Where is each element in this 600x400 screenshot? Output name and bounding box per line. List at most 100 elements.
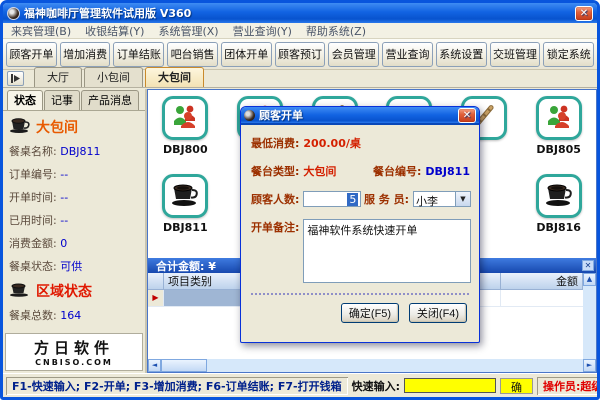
coffee-cup-icon [9, 117, 31, 137]
room-label: DBJ811 [163, 221, 208, 234]
guest-count-label: 顾客人数: [251, 193, 300, 206]
toolbar-bar-sale[interactable]: 吧台销售 [167, 41, 218, 67]
min-consumption-value: 200.00/桌 [303, 137, 361, 150]
zone-section-title: 区域状态 [36, 284, 92, 300]
sidebar: 状态 记事 产品消息 大包间 餐桌名称: DBJ811 订单编号: -- 开单时… [3, 89, 147, 373]
guest-count-value: 5 [347, 192, 359, 206]
dialog-close-icon[interactable]: ✕ [458, 107, 476, 123]
waiter-select[interactable]: 小李 ▼ [413, 191, 471, 208]
header-amount[interactable]: 金额 [501, 273, 583, 289]
vendor-logo-text: 方日软件 [33, 339, 114, 357]
remark-row: 开单备注: 福神软件系统快速开单 [251, 219, 471, 283]
min-consumption-label: 最低消费: [251, 137, 300, 150]
dialog-buttons: 确定(F5) 关闭(F4) [251, 303, 471, 323]
field-total-tables: 餐桌总数: 164 [9, 309, 82, 322]
toolbar-checkout[interactable]: 订单结账 [113, 41, 165, 67]
guest-count-input[interactable]: 5 [303, 191, 362, 207]
dialog-app-icon [244, 109, 255, 121]
scroll-up-icon[interactable]: ▲ [583, 273, 596, 286]
tab-large-room[interactable]: 大包间 [145, 67, 204, 87]
field-open-time: 开单时间: -- [9, 191, 69, 204]
remark-label: 开单备注: [251, 221, 300, 234]
toolbar-reservation[interactable]: 顾客预订 [274, 41, 326, 67]
menu-system-mgmt[interactable]: 系统管理(X) [158, 23, 218, 39]
menu-bar: 来宾管理(B) 收银结算(Y) 系统管理(X) 营业查询(Y) 帮助系统(Z) [3, 23, 597, 39]
room-label: DBJ805 [536, 143, 581, 156]
table-vertical-scrollbar[interactable]: ▲ [583, 273, 596, 359]
guests-waiter-row: 顾客人数: 5 服 务 员: 小李 ▼ [251, 191, 471, 208]
dialog-body: 最低消费: 200.00/桌 餐台类型: 大包间 餐台编号: DBJ811 顾客… [241, 125, 479, 342]
quick-ok-button[interactable]: 确定 [500, 377, 533, 394]
app-window: 福神咖啡厅管理软件试用版 V360 ✕ 来宾管理(B) 收银结算(Y) 系统管理… [0, 0, 600, 400]
dock-panel-icon[interactable] [7, 71, 24, 86]
menu-help[interactable]: 帮助系统(Z) [306, 23, 366, 39]
operator-badge: 操作员:超级用户 [537, 377, 597, 395]
field-consumption: 消费金额: 0 [9, 237, 68, 250]
sidebar-status-panel: 大包间 餐桌名称: DBJ811 订单编号: -- 开单时间: -- 已用时间:… [3, 111, 145, 331]
room-tile[interactable] [535, 174, 582, 218]
room-cell: DBJ811 [148, 174, 223, 252]
table-type-label: 餐台类型: [251, 165, 300, 178]
room-cell: DBJ816 [521, 174, 596, 252]
toolbar-system-settings[interactable]: 系统设置 [435, 41, 487, 67]
room-label: DBJ816 [536, 221, 581, 234]
horizontal-scrollbar[interactable]: ◄ ► [148, 359, 596, 372]
menu-business-query[interactable]: 营业查询(Y) [233, 23, 292, 39]
tab-small-room[interactable]: 小包间 [84, 67, 143, 87]
scroll-left-icon[interactable]: ◄ [148, 359, 161, 372]
room-tile[interactable] [162, 174, 209, 218]
waiter-label: 服 务 员: [363, 193, 409, 206]
field-in-use: 当前使用: 13 [9, 330, 141, 331]
field-table-status: 餐桌状态: 可供 [9, 260, 83, 273]
quick-input[interactable] [404, 378, 496, 393]
menu-cashier[interactable]: 收银结算(Y) [85, 23, 144, 39]
totals-label: 合计金额: ¥ [156, 259, 216, 273]
toolbar-member-mgmt[interactable]: 会员管理 [328, 41, 380, 67]
toolbar-open-order[interactable]: 顾客开单 [6, 41, 57, 67]
room-section-title: 大包间 [36, 120, 78, 136]
scroll-right-icon[interactable]: ► [583, 359, 596, 372]
toolbar-shift-mgmt[interactable]: 交班管理 [489, 41, 541, 67]
window-title: 福神咖啡厅管理软件试用版 V360 [24, 7, 192, 20]
coffee-icon [544, 181, 574, 211]
min-consumption-row: 最低消费: 200.00/桌 [251, 135, 471, 151]
status-bar: F1-快速输入; F2-开单; F3-增加消费; F6-订单结账; F7-打开钱… [3, 373, 597, 397]
toolbar-business-query[interactable]: 营业查询 [382, 41, 433, 67]
room-cell: DBJ800 [148, 96, 223, 174]
toolbar-add-consumption[interactable]: 增加消费 [59, 41, 111, 67]
table-no-value: DBJ811 [425, 164, 470, 178]
coffee-cup-icon [9, 282, 31, 301]
dock-arrow-icon [11, 74, 20, 83]
app-icon [7, 6, 20, 20]
field-used-time: 已用时间: -- [9, 214, 69, 227]
hotkey-hints: F1-快速输入; F2-开单; F3-增加消费; F6-订单结账; F7-打开钱… [6, 377, 348, 395]
menu-guest-mgmt[interactable]: 来宾管理(B) [11, 23, 71, 39]
area-tabstrip: 大厅 小包间 大包间 [3, 67, 597, 88]
vendor-logo-url: CNBISO.COM [35, 358, 113, 367]
room-tile[interactable] [162, 96, 209, 140]
window-close-icon[interactable]: ✕ [575, 5, 593, 21]
quick-input-label: 快速输入: [351, 379, 400, 393]
toolbar-lock-system[interactable]: 锁定系统 [543, 41, 595, 67]
confirm-button[interactable]: 确定(F5) [341, 303, 399, 323]
close-button[interactable]: 关闭(F4) [409, 303, 467, 323]
tab-hall[interactable]: 大厅 [34, 67, 82, 87]
totals-close-icon[interactable]: ✕ [582, 260, 594, 271]
people-icon [171, 104, 199, 132]
sidebar-tab-product-news[interactable]: 产品消息 [81, 90, 139, 110]
vendor-logo: 方日软件 CNBISO.COM [5, 333, 143, 371]
table-no-label: 餐台编号: [373, 165, 422, 178]
scrollbar-thumb[interactable] [161, 359, 207, 372]
room-tile[interactable] [535, 96, 582, 140]
chevron-down-icon[interactable]: ▼ [455, 192, 470, 206]
people-icon [545, 104, 573, 132]
header-row-selector [148, 273, 164, 289]
sidebar-tab-notes[interactable]: 记事 [44, 90, 80, 110]
table-info-row: 餐台类型: 大包间 餐台编号: DBJ811 [251, 163, 471, 179]
dialog-separator [251, 293, 469, 295]
row-marker-icon: ▶ [148, 290, 164, 306]
sidebar-tab-status[interactable]: 状态 [7, 90, 43, 110]
remark-textarea[interactable]: 福神软件系统快速开单 [303, 219, 471, 283]
toolbar-group-order[interactable]: 团体开单 [220, 41, 272, 67]
open-order-dialog: 顾客开单 ✕ 最低消费: 200.00/桌 餐台类型: 大包间 餐台编号: DB… [240, 106, 480, 343]
